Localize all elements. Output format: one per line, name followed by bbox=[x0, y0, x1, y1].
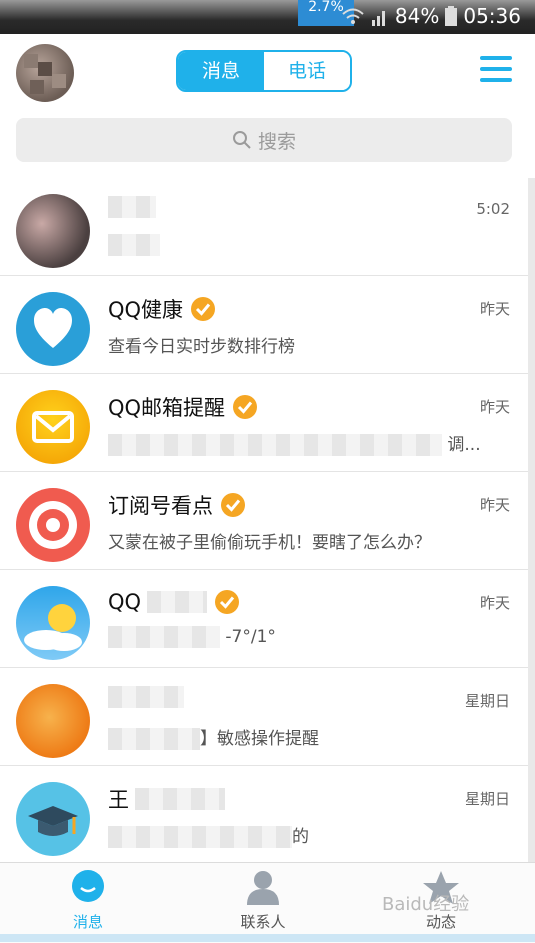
tab-messages[interactable]: 消息 bbox=[178, 52, 264, 90]
chat-item[interactable]: 订阅号看点 又蒙在被子里偷偷玩手机！要瞎了怎么办？ 昨天 bbox=[0, 472, 528, 570]
person-icon bbox=[247, 871, 279, 905]
chat-message: 】敏感操作提醒 bbox=[108, 724, 319, 750]
contact-avatar bbox=[16, 684, 90, 758]
chat-item[interactable]: QQ -7°/1° 昨天 bbox=[0, 570, 528, 668]
tab-messages-bottom[interactable]: 消息 bbox=[28, 869, 148, 932]
chat-time: 星期日 bbox=[464, 790, 510, 808]
network-speed: 2.7% bbox=[308, 0, 344, 15]
chat-time: 昨天 bbox=[479, 594, 510, 612]
chat-message: 的 bbox=[108, 822, 309, 848]
app-header: 消息 电话 bbox=[0, 34, 535, 106]
scrollbar[interactable] bbox=[528, 178, 535, 862]
contact-avatar bbox=[16, 194, 90, 268]
chat-time: 昨天 bbox=[479, 300, 510, 318]
tab-phone[interactable]: 电话 bbox=[264, 52, 350, 90]
chat-message bbox=[108, 234, 160, 256]
graduation-cap-icon bbox=[16, 782, 90, 856]
signal-icon bbox=[371, 11, 385, 26]
bottom-edge bbox=[0, 934, 535, 942]
eye-icon bbox=[16, 488, 90, 562]
chat-title bbox=[108, 196, 162, 218]
search-placeholder: 搜索 bbox=[257, 130, 296, 153]
menu-icon[interactable] bbox=[480, 56, 512, 84]
chat-title: 王 bbox=[108, 784, 225, 814]
verified-icon bbox=[233, 395, 258, 419]
search-icon bbox=[232, 131, 251, 149]
status-bar: 2.7% 84% 05:36 bbox=[0, 0, 535, 34]
message-phone-switch: 消息 电话 bbox=[176, 50, 352, 92]
chat-item[interactable]: 】敏感操作提醒 星期日 bbox=[0, 668, 528, 766]
heart-icon bbox=[16, 292, 90, 366]
chat-bubble-icon bbox=[72, 870, 104, 902]
watermark: Baidu经验 bbox=[382, 894, 470, 915]
chat-time: 昨天 bbox=[479, 496, 510, 514]
chat-item[interactable]: 5:02 bbox=[0, 178, 528, 276]
chat-message: 查看今日实时步数排行榜 bbox=[108, 337, 295, 357]
battery-percent: 84% bbox=[394, 4, 440, 28]
verified-icon bbox=[221, 493, 245, 517]
chat-item[interactable]: QQ健康 查看今日实时步数排行榜 昨天 bbox=[0, 276, 528, 374]
chat-item[interactable]: 王 的 星期日 bbox=[0, 766, 528, 864]
chat-message: 调... bbox=[108, 430, 481, 456]
chat-message: 又蒙在被子里偷偷玩手机！要瞎了怎么办？ bbox=[108, 533, 431, 553]
chat-item[interactable]: QQ邮箱提醒 调... 昨天 bbox=[0, 374, 528, 472]
verified-icon bbox=[215, 590, 240, 614]
wifi-icon bbox=[342, 8, 364, 24]
tab-label: 消息 bbox=[72, 913, 103, 931]
clock: 05:36 bbox=[463, 4, 521, 28]
chat-title bbox=[108, 686, 190, 708]
chat-time: 5:02 bbox=[476, 200, 510, 218]
weather-icon bbox=[16, 586, 90, 660]
chat-title: QQ健康 bbox=[108, 294, 217, 324]
battery-icon bbox=[445, 6, 458, 26]
chat-time: 星期日 bbox=[464, 692, 510, 710]
verified-icon bbox=[191, 297, 216, 321]
chat-title: 订阅号看点 bbox=[108, 490, 247, 520]
mail-icon bbox=[16, 390, 90, 464]
chat-time: 昨天 bbox=[479, 398, 510, 416]
search-bar[interactable]: 搜索 bbox=[16, 118, 512, 162]
chat-message: -7°/1° bbox=[108, 626, 276, 648]
status-icons: 84% 05:36 bbox=[341, 4, 521, 28]
my-avatar[interactable] bbox=[16, 44, 74, 102]
chat-title: QQ邮箱提醒 bbox=[108, 392, 259, 422]
tab-contacts[interactable]: 联系人 bbox=[203, 869, 323, 932]
chat-list: 5:02 QQ健康 查看今日实时步数排行榜 昨天 QQ邮箱提醒 调... 昨天 … bbox=[0, 178, 528, 864]
tab-label: 联系人 bbox=[240, 913, 286, 931]
chat-title: QQ bbox=[108, 588, 241, 616]
